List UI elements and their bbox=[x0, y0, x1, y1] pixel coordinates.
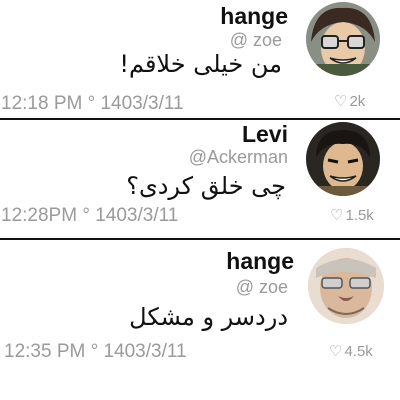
avatar[interactable] bbox=[308, 248, 384, 324]
author-handle[interactable]: @ zoe bbox=[236, 277, 288, 298]
avatar-image bbox=[306, 122, 380, 196]
post-timestamp: 12:35 PM ° 1403/3/11 bbox=[4, 341, 187, 362]
post-text: چی خلق کردی؟ bbox=[126, 172, 286, 200]
heart-outline-icon: ♡ bbox=[334, 93, 348, 110]
author-handle[interactable]: @Ackerman bbox=[189, 147, 288, 168]
post-timestamp: 12:28PM ° 1403/3/11 bbox=[1, 205, 179, 226]
like-button[interactable]: ♡ 4.5k bbox=[329, 342, 373, 361]
post-3: hange @ zoe دردسر و مشکل 12:35 PM ° 1403… bbox=[0, 240, 400, 362]
author-name[interactable]: Levi bbox=[242, 121, 288, 148]
like-button[interactable]: ♡ 2k bbox=[334, 92, 366, 111]
heart-outline-icon: ♡ bbox=[329, 343, 343, 360]
like-button[interactable]: ♡ 1.5k bbox=[330, 206, 374, 225]
author-name[interactable]: hange bbox=[226, 248, 294, 275]
avatar[interactable] bbox=[306, 122, 380, 196]
avatar-image bbox=[308, 248, 384, 324]
like-count: 2k bbox=[349, 92, 366, 110]
like-count: 1.5k bbox=[345, 206, 374, 224]
heart-outline-icon: ♡ bbox=[330, 207, 344, 224]
post-2: Levi @Ackerman چی خلق کردی؟ 12:28PM ° 14… bbox=[0, 120, 400, 238]
avatar[interactable] bbox=[306, 2, 380, 76]
post-text: من خیلی خلاقم! bbox=[119, 50, 282, 78]
avatar-image bbox=[306, 2, 380, 76]
post-1: hange @ zoe من خیلی خلاقم! 12:18 PM ° 14… bbox=[0, 0, 400, 118]
post-text: دردسر و مشکل bbox=[129, 303, 288, 331]
post-timestamp: 12:18 PM ° 1403/3/11 bbox=[1, 93, 184, 114]
author-handle[interactable]: @ zoe bbox=[230, 30, 282, 51]
like-count: 4.5k bbox=[344, 342, 373, 360]
author-name[interactable]: hange bbox=[220, 3, 288, 30]
